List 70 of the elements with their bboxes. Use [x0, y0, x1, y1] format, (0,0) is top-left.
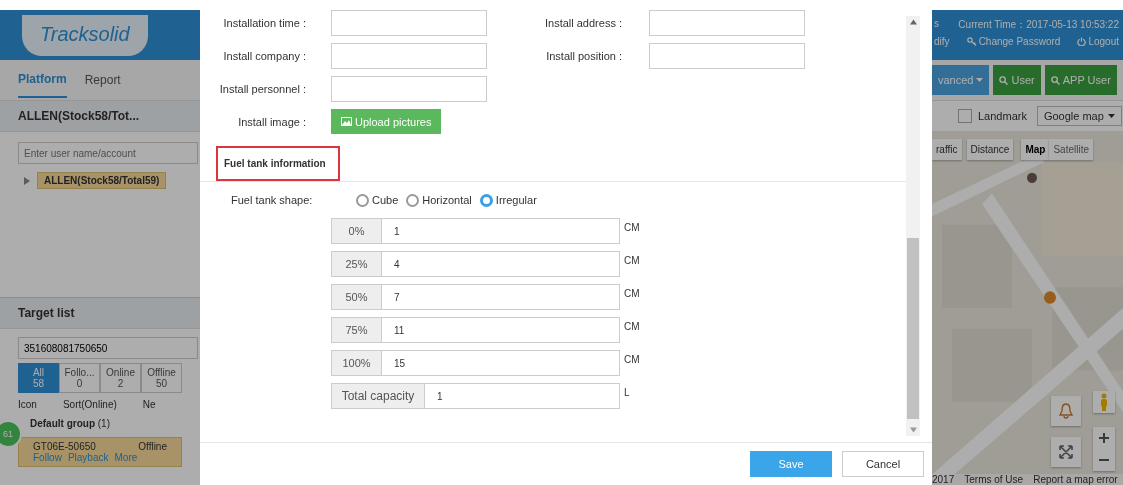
map-footer-link[interactable]: Terms of Use	[964, 474, 1024, 485]
new-group-link[interactable]: Ne	[142, 399, 156, 410]
field-label: Installation time :	[222, 16, 307, 29]
user-search-field[interactable]: Enter user name/account	[18, 142, 198, 164]
pegman-icon[interactable]	[1093, 391, 1115, 413]
cut-text: s	[934, 18, 939, 31]
radio-option[interactable]: Irregular	[479, 193, 537, 207]
input-field[interactable]	[649, 9, 805, 36]
input-group[interactable]: 25% 4	[331, 251, 620, 277]
map-tool-button[interactable]: Distance	[966, 139, 1014, 160]
target-list-title: Target list	[18, 306, 75, 320]
input-field[interactable]	[649, 42, 805, 69]
group-name[interactable]: Default group (1)	[30, 418, 110, 429]
input-group[interactable]: 100% 15	[331, 350, 620, 376]
caret-icon	[976, 78, 984, 82]
map-tool-button[interactable]: raffic	[932, 139, 962, 160]
unit-label: CM	[624, 221, 640, 233]
device-status: Offline	[138, 441, 167, 452]
sort-dropdown[interactable]: Sort(Online)	[62, 399, 117, 410]
field-label: Install company :	[222, 49, 307, 62]
status-tab[interactable]: Offline 50	[141, 363, 182, 393]
nav-tab[interactable]: Report	[84, 63, 121, 97]
field-label: Fuel tank shape:	[230, 194, 314, 206]
target-search-field[interactable]: 351608081750650	[18, 337, 198, 359]
account-title: ALLEN(Stock58/Tot...	[18, 109, 140, 123]
unit-label: L	[624, 386, 630, 398]
map-footer-link[interactable]: 2017	[932, 474, 955, 485]
input-group[interactable]: 75% 11	[331, 317, 620, 343]
status-tab[interactable]: Online 2	[100, 363, 141, 393]
field-label: Install address :	[543, 16, 623, 29]
icon-label[interactable]: Icon	[18, 399, 37, 410]
unit-label: CM	[624, 320, 640, 332]
input-field[interactable]	[331, 42, 487, 69]
checkbox-label[interactable]: Landmark	[978, 110, 1027, 122]
map-type-tab[interactable]: Satellite	[1049, 139, 1093, 160]
input-group[interactable]: 0% 1	[331, 218, 620, 244]
map-type-tab[interactable]: Map	[1021, 139, 1050, 160]
unit-label: CM	[624, 254, 640, 266]
unit-label: CM	[624, 287, 640, 299]
power-icon	[1077, 37, 1087, 46]
cancel-button[interactable]: Cancel	[842, 451, 924, 477]
bell-icon[interactable]	[1051, 396, 1081, 426]
count-badge: 61	[0, 420, 22, 448]
field-label: Install position :	[545, 49, 623, 62]
search-icon	[1050, 75, 1060, 85]
image-icon	[341, 117, 352, 126]
status-tab[interactable]: Follo... 0	[59, 363, 100, 393]
radio-option[interactable]: Horizontal	[406, 193, 472, 207]
input-field[interactable]	[331, 75, 487, 102]
field-label: Install image :	[237, 115, 307, 128]
device-name[interactable]: GT06E-50650	[33, 441, 96, 452]
scrollbar[interactable]	[906, 16, 920, 436]
map-type-dropdown[interactable]: Google map	[1036, 106, 1122, 126]
caret-icon	[1107, 114, 1115, 118]
search-icon	[999, 75, 1009, 85]
map-footer-link[interactable]: Report a map error	[1033, 474, 1118, 485]
unit-label: CM	[624, 353, 640, 365]
checkbox[interactable]	[958, 109, 972, 123]
tree-item[interactable]: ALLEN(Stock58/Total59)	[37, 172, 167, 189]
fullscreen-icon[interactable]	[1051, 437, 1081, 467]
section-title: Fuel tank information	[216, 146, 340, 181]
current-time: Current Time：2017-05-13 10:53:22	[958, 18, 1119, 32]
field-label: Install personnel :	[218, 82, 307, 95]
radio-option[interactable]: Cube	[356, 193, 399, 207]
expand-arrow-icon[interactable]	[24, 176, 31, 185]
input-group[interactable]: 50% 7	[331, 284, 620, 310]
input-group[interactable]: Total capacity 1	[331, 383, 620, 409]
input-field[interactable]	[331, 9, 487, 36]
key-icon	[966, 37, 977, 46]
logo: Tracksolid	[22, 14, 148, 56]
